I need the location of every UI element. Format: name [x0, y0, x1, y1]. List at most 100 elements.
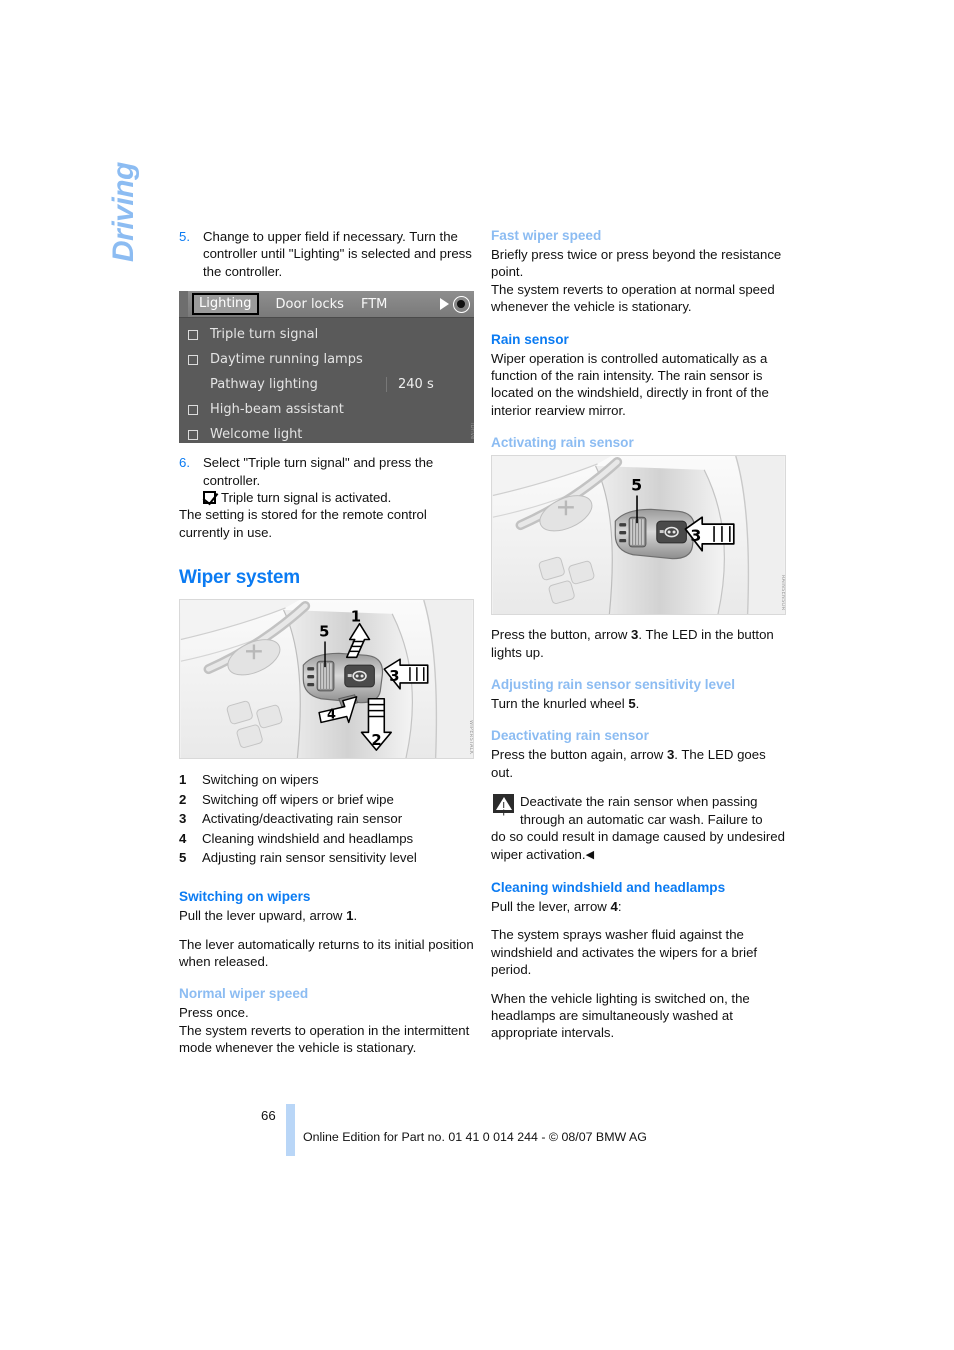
legend-item: 2 Switching off wipers or brief wipe [179, 791, 474, 809]
para-cleaning-1: Pull the lever, arrow 4: [491, 898, 786, 915]
idrive-row-value: 240 s [386, 377, 474, 393]
heading-deactivating-rain-sensor: Deactivating rain sensor [491, 728, 649, 744]
step-result-text: Triple turn signal is activated. [221, 490, 392, 506]
heading-adjusting-sensitivity: Adjusting rain sensor sensitivity level [491, 677, 736, 693]
legend-number: 2 [179, 791, 187, 807]
para-cleaning-2: The system sprays washer fluid against t… [491, 927, 758, 978]
legend-number: 3 [179, 811, 187, 827]
controller-knob-icon [453, 295, 470, 313]
legend-label: Adjusting rain sensor sensitivity level [202, 850, 417, 866]
step-text-body: Select "Triple turn signal" and press th… [203, 455, 434, 488]
step-text: Change to upper field if necessary. Turn… [203, 229, 472, 279]
idrive-menu-screenshot: Lighting Door locks FTM Triple turn sign… [179, 291, 474, 444]
figure-legend-wiper: 1 Switching on wipers 2 Switching off wi… [179, 771, 474, 867]
warning-note: Deactivate the rain sensor when passing … [491, 793, 786, 864]
idrive-tab-lighting[interactable]: Lighting [192, 293, 259, 316]
idrive-row-label: Triple turn signal [210, 327, 319, 343]
svg-text:1: 1 [351, 609, 361, 626]
legend-item: 4 Cleaning windshield and headlamps [179, 830, 474, 848]
svg-text:3: 3 [690, 526, 701, 545]
idrive-row-daytime-running-lamps[interactable]: Daytime running lamps [179, 347, 474, 372]
page-number: 66 [261, 1108, 276, 1123]
figure-code: RAINSENSOR [780, 574, 786, 611]
step-number: 5. [179, 229, 190, 244]
checkbox-icon[interactable] [188, 429, 198, 440]
step-number: 6. [179, 455, 190, 471]
para-rain-sensor: Wiper operation is controlled automatica… [491, 350, 769, 418]
procedure-step-6: 6. Select "Triple turn signal" and press… [179, 454, 474, 506]
para-normal-speed-2: The system reverts to operation in the i… [179, 1022, 470, 1056]
para-switching-on-2: The lever automatically returns to its i… [179, 936, 474, 970]
text-fragment: Press the button again, arrow [491, 747, 667, 763]
legend-label: Cleaning windshield and headlamps [202, 830, 414, 846]
chapter-tab-driving: Driving [107, 162, 140, 262]
idrive-row-welcome-light[interactable]: Welcome light [179, 422, 474, 443]
checkbox-icon[interactable] [188, 329, 198, 340]
idrive-row-label: High-beam assistant [210, 402, 344, 418]
warning-text-indented: Deactivate the rain sensor when passing … [520, 794, 763, 827]
page-footer: 66 Online Edition for Part no. 01 41 0 0… [0, 1104, 954, 1168]
warning-triangle-icon [493, 794, 514, 814]
warning-text-continued: do so could result in damage caused by u… [491, 828, 786, 864]
idrive-option-list: Triple turn signal Daytime running lamps… [179, 318, 474, 443]
step-text: Select "Triple turn signal" and press th… [203, 454, 474, 506]
right-column: Fast wiper speed Briefly press twice or … [491, 228, 786, 1053]
para-adjusting: Turn the knurled wheel 5. [491, 695, 786, 712]
idrive-row-label: Welcome light [210, 427, 303, 443]
text-fragment: Pull the lever, arrow [491, 898, 611, 914]
text-fragment: Press the button, arrow [491, 627, 632, 643]
figure-wiper-stalk-overview: 1 2 3 4 5 WIPERSTALK [179, 599, 474, 760]
idrive-row-label: Pathway lighting [210, 377, 318, 393]
text-fragment: do so could result in damage caused by u… [491, 829, 785, 862]
text-fragment: Turn the knurled wheel [491, 696, 629, 712]
manual-page: Driving 5. Change to upper field if nece… [0, 0, 954, 1350]
idrive-row-triple-turn-signal[interactable]: Triple turn signal [179, 322, 474, 347]
idrive-tab-door-locks[interactable]: Door locks [276, 297, 344, 312]
page-marker-bar [286, 1104, 295, 1156]
remote-control-note: The setting is stored for the remote con… [179, 507, 427, 540]
para-fast-speed-2: The system reverts to operation at norma… [491, 281, 775, 315]
figure-code: iDrive [469, 422, 474, 440]
svg-text:4: 4 [327, 708, 336, 723]
idrive-row-high-beam-assistant[interactable]: High-beam assistant [179, 397, 474, 422]
para-switching-on-1: Pull the lever upward, arrow 1. [179, 907, 474, 924]
idrive-tab-ftm[interactable]: FTM [361, 297, 387, 312]
heading-normal-wiper-speed: Normal wiper speed [179, 986, 309, 1002]
control-ref: 5 [628, 696, 636, 712]
checkbox-icon[interactable] [188, 404, 198, 415]
para-cleaning-3: When the vehicle lighting is switched on… [491, 990, 750, 1041]
chevron-right-icon[interactable] [440, 298, 449, 311]
legend-item: 5 Adjusting rain sensor sensitivity leve… [179, 849, 474, 867]
text-fragment: . [635, 696, 640, 712]
idrive-tab-bar: Lighting Door locks FTM [179, 291, 474, 319]
heading-cleaning-windshield: Cleaning windshield and headlamps [491, 879, 726, 895]
procedure-step-5: 5. Change to upper field if necessary. T… [179, 228, 474, 280]
heading-rain-sensor: Rain sensor [491, 331, 569, 347]
legend-number: 4 [179, 830, 187, 846]
legend-item: 3 Activating/deactivating rain sensor [179, 810, 474, 828]
text-fragment: : [617, 898, 622, 914]
checkmark-box-icon [203, 491, 216, 505]
idrive-row-pathway-lighting[interactable]: Pathway lighting 240 s [179, 372, 474, 397]
svg-text:5: 5 [319, 624, 329, 641]
para-normal-speed-1: Press once. [179, 1005, 249, 1021]
idrive-bar-edge [179, 291, 188, 318]
rain-sensor-drawing: 3 5 [492, 456, 785, 615]
idrive-row-label: Daytime running lamps [210, 352, 363, 368]
svg-text:2: 2 [371, 732, 381, 749]
text-fragment: Pull the lever upward, arrow [179, 908, 347, 924]
wiper-stalk-drawing: 1 2 3 4 5 [180, 600, 473, 759]
figure-rain-sensor-button: 3 5 RAINSENSOR [491, 455, 786, 616]
legend-number: 1 [179, 772, 187, 788]
svg-text:5: 5 [631, 476, 642, 495]
heading-activating-rain-sensor: Activating rain sensor [491, 435, 634, 451]
para-fast-speed-1: Briefly press twice or press beyond the … [491, 247, 782, 280]
arrow-ref: 4 [610, 898, 618, 914]
left-column: 5. Change to upper field if necessary. T… [179, 228, 474, 1068]
heading-switching-on-wipers: Switching on wipers [179, 889, 311, 905]
footer-copyright: Online Edition for Part no. 01 41 0 014 … [303, 1130, 647, 1144]
svg-text:3: 3 [389, 668, 399, 685]
para-activating: Press the button, arrow 3. The LED in th… [491, 626, 786, 661]
checkbox-icon[interactable] [188, 354, 198, 365]
end-of-note-marker: ◀ [585, 848, 595, 861]
